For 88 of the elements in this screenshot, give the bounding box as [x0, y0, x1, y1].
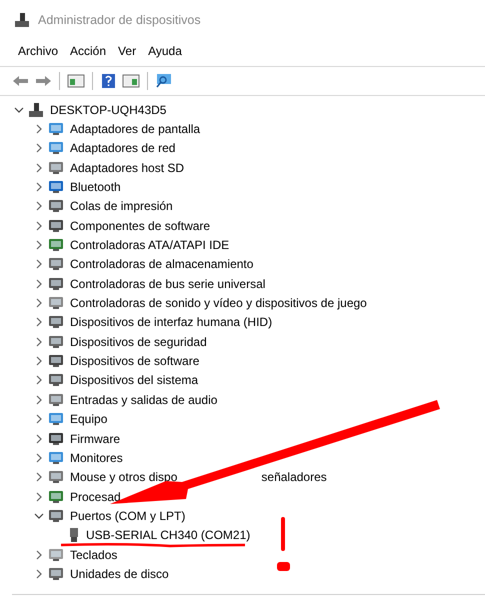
- device-category-icon: [48, 141, 64, 156]
- device-category-icon: [48, 199, 64, 214]
- device-category-icon: [48, 238, 64, 252]
- tree-item[interactable]: Equipo: [70, 412, 108, 426]
- device-category-icon: [48, 276, 64, 291]
- expand-chevron-icon[interactable]: [34, 220, 44, 231]
- tree-item[interactable]: Dispositivos de seguridad: [70, 334, 207, 349]
- device-category-icon: [48, 218, 64, 233]
- tree-item[interactable]: Dispositivos de interfaz humana (HID): [70, 315, 272, 330]
- device-category-icon: [48, 412, 64, 426]
- port-icon: [68, 527, 80, 544]
- device-category-icon: [48, 296, 64, 310]
- tree-item-text: señaladores: [261, 470, 327, 484]
- tree-item[interactable]: Entradas y salidas de audio: [70, 392, 218, 407]
- expand-chevron-icon[interactable]: [34, 143, 44, 154]
- expand-chevron-icon[interactable]: [34, 568, 44, 579]
- device-category-icon: [48, 334, 64, 349]
- tree-item[interactable]: Teclados: [70, 548, 118, 562]
- expand-chevron-icon[interactable]: [34, 550, 44, 560]
- tree-item[interactable]: Dispositivos del sistema: [70, 373, 198, 388]
- forward-icon[interactable]: [34, 73, 52, 89]
- pane-icon[interactable]: [67, 73, 85, 89]
- tree-item[interactable]: Puertos (COM y LPT): [70, 508, 186, 523]
- menu-item[interactable]: Ayuda: [142, 44, 188, 58]
- window-title: Administrador de dispositivos: [38, 13, 201, 27]
- expand-chevron-icon[interactable]: [34, 414, 44, 424]
- expand-chevron-icon[interactable]: [34, 278, 44, 289]
- tree-item[interactable]: Firmware: [70, 432, 120, 446]
- device-category-icon: [48, 257, 64, 272]
- tree-item[interactable]: Controladoras de bus serie universal: [70, 276, 266, 291]
- expand-chevron-icon[interactable]: [34, 356, 44, 366]
- tree-item[interactable]: Unidades de disco: [70, 566, 169, 581]
- expand-chevron-icon[interactable]: [34, 375, 44, 386]
- device-category-icon: [48, 180, 64, 194]
- expand-chevron-icon[interactable]: [34, 182, 44, 192]
- collapse-chevron-icon[interactable]: [34, 510, 44, 521]
- tree-item[interactable]: Controladoras de almacenamiento: [70, 257, 254, 272]
- expand-chevron-icon[interactable]: [34, 492, 44, 502]
- device-category-icon: [48, 432, 64, 446]
- back-icon[interactable]: [12, 73, 30, 89]
- menu-item[interactable]: Acción: [64, 44, 112, 58]
- computer-icon: [28, 102, 44, 118]
- expand-chevron-icon[interactable]: [34, 452, 44, 463]
- tree-item[interactable]: Controladoras ATA/ATAPI IDE: [70, 238, 230, 252]
- expand-chevron-icon[interactable]: [34, 201, 44, 212]
- tree-item[interactable]: Bluetooth: [70, 180, 121, 194]
- device-category-icon: [48, 470, 64, 484]
- tree-item[interactable]: Componentes de software: [70, 218, 210, 233]
- expand-chevron-icon[interactable]: [34, 124, 44, 134]
- device-category-icon: [48, 392, 64, 407]
- tree-item[interactable]: Colas de impresión: [70, 199, 173, 214]
- device-category-icon: [48, 315, 64, 330]
- device-manager-icon: [14, 12, 30, 28]
- device-category-icon: [48, 508, 64, 523]
- device-category-icon: [48, 548, 64, 562]
- exclamation-annotation: [276, 516, 290, 572]
- expand-chevron-icon[interactable]: [34, 336, 44, 347]
- device-category-icon: [48, 566, 64, 581]
- expand-chevron-icon[interactable]: [34, 434, 44, 444]
- expand-chevron-icon[interactable]: [34, 162, 44, 173]
- expand-chevron-icon[interactable]: [34, 259, 44, 270]
- device-category-icon: [48, 160, 64, 175]
- tree-item[interactable]: Dispositivos de software: [70, 354, 200, 368]
- device-category-icon: [48, 490, 64, 504]
- tree-item[interactable]: Adaptadores host SD: [70, 160, 184, 175]
- expand-chevron-icon[interactable]: [34, 240, 44, 250]
- device-category-icon: [48, 122, 64, 136]
- collapse-chevron-icon[interactable]: [14, 104, 24, 115]
- expand-chevron-icon[interactable]: [34, 472, 44, 482]
- menu-item[interactable]: Ver: [112, 44, 142, 58]
- help-icon[interactable]: [100, 73, 118, 89]
- expand-chevron-icon[interactable]: [34, 317, 44, 328]
- tree-item[interactable]: DESKTOP-UQH43D5: [50, 102, 166, 117]
- device-category-icon: [48, 450, 64, 465]
- menu-item[interactable]: Archivo: [12, 44, 64, 58]
- tree-item[interactable]: Adaptadores de pantalla: [70, 122, 200, 136]
- tree-item[interactable]: Monitores: [70, 450, 123, 465]
- tree-item[interactable]: Procesad: [70, 490, 121, 504]
- tree-item[interactable]: Adaptadores de red: [70, 141, 176, 156]
- expand-chevron-icon[interactable]: [34, 298, 44, 308]
- device-category-icon: [48, 354, 64, 368]
- tree-item[interactable]: USB-SERIAL CH340 (COM21): [86, 528, 250, 542]
- tree-item[interactable]: Mouse y otros dispo: [70, 470, 178, 484]
- expand-chevron-icon[interactable]: [34, 394, 44, 405]
- scan-hardware-icon[interactable]: [155, 73, 173, 89]
- device-category-icon: [48, 373, 64, 388]
- tree-item[interactable]: Controladoras de sonido y vídeo y dispositivos de juego: [70, 296, 367, 310]
- pane-icon[interactable]: [122, 73, 140, 89]
